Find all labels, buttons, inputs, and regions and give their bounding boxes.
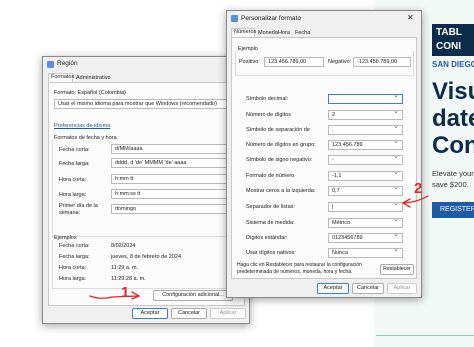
annotation-arrow-2: [401, 195, 429, 208]
annotation-number-2: 2: [414, 180, 423, 197]
annotation-number-1: 1: [121, 284, 130, 301]
annotation-layer: [89, 195, 429, 300]
annotation-arrow-1: [89, 291, 141, 300]
